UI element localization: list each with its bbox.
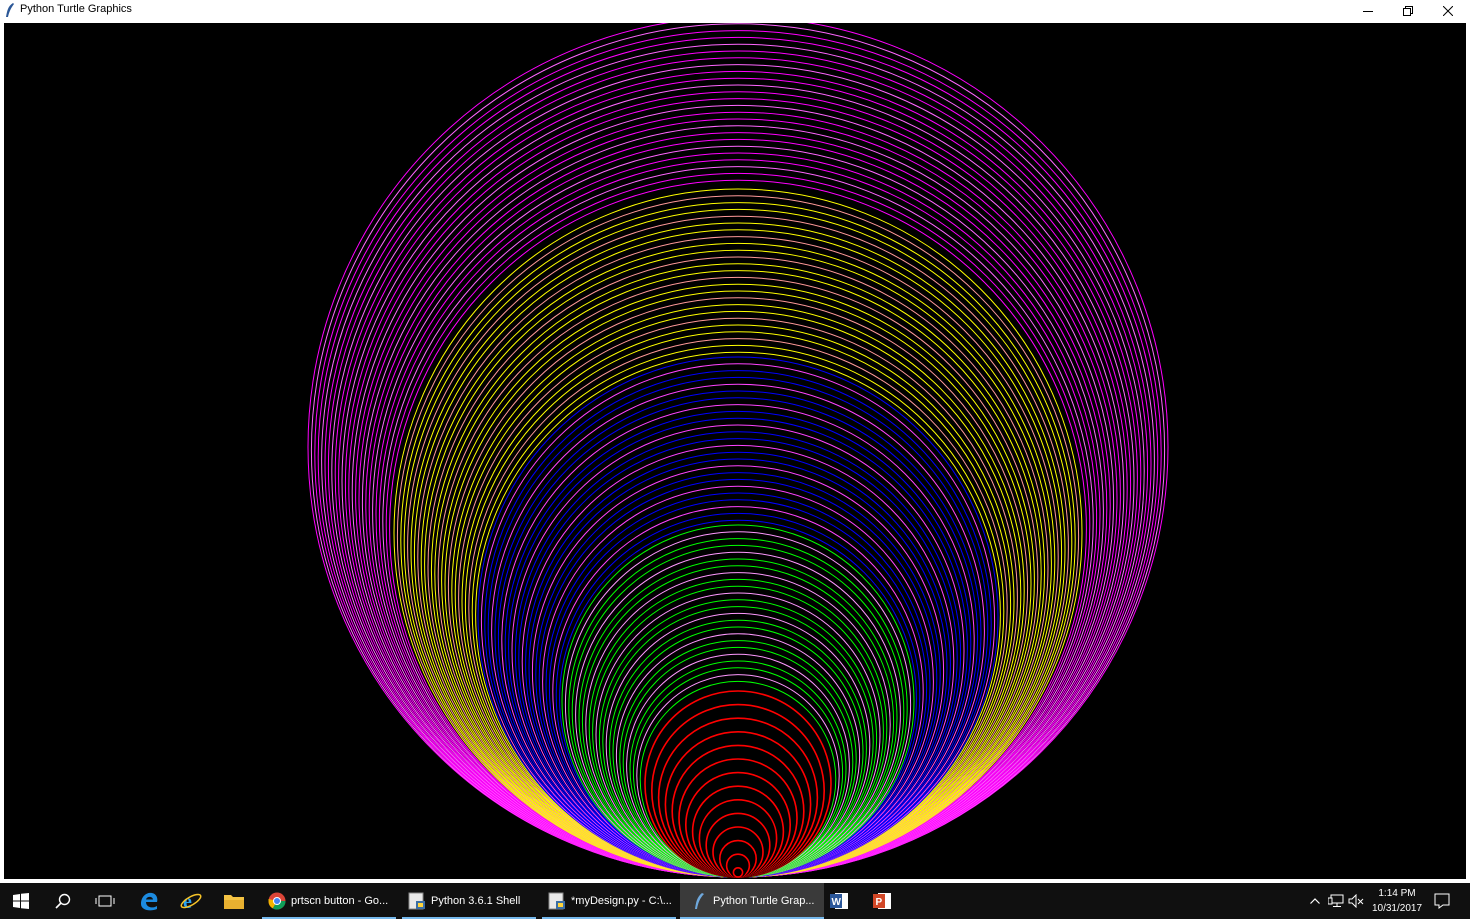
taskbar-app-label: Python 3.6.1 Shell — [431, 895, 521, 907]
taskbar-app-editor[interactable]: *myDesign.py - C:\... — [542, 883, 676, 919]
drawn-circle — [718, 839, 757, 878]
python-editor-icon — [548, 892, 565, 910]
taskbar-app-turtle[interactable]: Python Turtle Grap... — [680, 883, 824, 919]
powerpoint-taskbar-button[interactable]: P — [861, 883, 903, 919]
taskbar-app-chrome[interactable]: prtscn button - Go... — [262, 883, 396, 919]
taskbar-app-python-shell[interactable]: Python 3.6.1 Shell — [402, 883, 536, 919]
folder-icon — [224, 895, 244, 909]
clock-date: 10/31/2017 — [1371, 903, 1423, 914]
title-bar: Python Turtle Graphics — [0, 0, 1470, 21]
minimize-button[interactable] — [1348, 0, 1388, 21]
close-button[interactable] — [1428, 0, 1468, 21]
word-icon: W — [830, 893, 848, 909]
restore-button[interactable] — [1388, 0, 1428, 21]
action-center-button[interactable] — [1430, 883, 1454, 919]
network-tray-button[interactable] — [1326, 883, 1346, 919]
show-hidden-icons-button[interactable] — [1306, 883, 1324, 919]
minimize-icon — [1363, 10, 1373, 12]
task-view-icon — [95, 895, 115, 907]
chevron-up-icon — [1310, 898, 1320, 904]
start-button[interactable] — [0, 883, 42, 919]
search-button[interactable] — [42, 883, 84, 919]
svg-text:P: P — [876, 897, 883, 908]
internet-explorer-icon: e — [180, 891, 202, 912]
clock-time: 1:14 PM — [1378, 888, 1416, 899]
powerpoint-icon: P — [873, 893, 891, 909]
word-taskbar-button[interactable]: W — [818, 883, 860, 919]
python-shell-icon — [408, 892, 425, 910]
turtle-drawing — [307, 16, 1169, 878]
file-explorer-taskbar-button[interactable] — [213, 883, 255, 919]
drawn-circle — [729, 860, 747, 878]
chrome-icon — [268, 892, 286, 910]
volume-muted-icon — [1348, 894, 1364, 908]
python-feather-icon — [6, 3, 14, 17]
window-title: Python Turtle Graphics — [20, 3, 132, 15]
edge-icon — [141, 892, 158, 911]
ie-taskbar-button[interactable]: e — [170, 883, 212, 919]
drawn-circle — [581, 565, 895, 878]
taskbar: e prtscn button - Go... Python 3.6.1 She… — [0, 883, 1470, 919]
svg-text:W: W — [832, 897, 842, 908]
search-icon — [55, 893, 71, 909]
taskbar-app-label: prtscn button - Go... — [291, 895, 389, 907]
edge-taskbar-button[interactable] — [128, 883, 170, 919]
volume-tray-button[interactable] — [1346, 883, 1366, 919]
turtle-canvas — [4, 16, 1466, 879]
close-icon — [1443, 5, 1453, 16]
taskbar-app-label: *myDesign.py - C:\... — [571, 895, 672, 907]
network-icon — [1328, 894, 1344, 907]
restore-icon — [1403, 5, 1413, 16]
drawn-circle — [732, 867, 744, 878]
drawn-circle — [378, 159, 1098, 878]
taskbar-app-label: Python Turtle Grap... — [713, 895, 815, 907]
notification-icon — [1434, 893, 1450, 909]
turtle-icon — [695, 893, 704, 909]
taskbar-clock[interactable]: 1:14 PM 10/31/2017 — [1364, 886, 1430, 916]
task-view-button[interactable] — [84, 883, 126, 919]
windows-logo-icon — [13, 893, 29, 909]
